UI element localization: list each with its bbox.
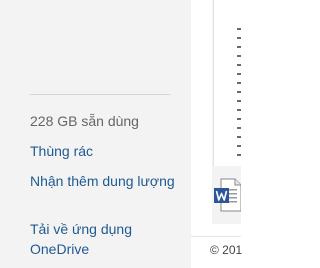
thumbnail-text-line [237, 145, 241, 147]
thumbnail-text-line [237, 82, 241, 84]
word-document-icon [214, 177, 242, 213]
thumbnail-text-line [237, 118, 241, 120]
thumbnail-text-line [237, 73, 241, 75]
thumbnail-text-line [237, 136, 241, 138]
thumbnail-text-line [237, 154, 241, 156]
thumbnail-text-line [237, 100, 241, 102]
thumbnail-text-line [237, 55, 241, 57]
recycle-bin-link[interactable]: Thùng rác [30, 141, 93, 161]
thumbnail-text-line [237, 37, 241, 39]
thumbnail-text-line [237, 127, 241, 129]
get-onedrive-apps-link[interactable]: Tải về ứng dụng OneDrive [30, 219, 180, 259]
storage-available-text: 228 GB sẵn dùng [30, 113, 139, 129]
thumbnail-text-line [237, 46, 241, 48]
thumbnail-text-line [237, 28, 241, 30]
thumbnail-text-line [237, 91, 241, 93]
thumbnail-text-line [237, 109, 241, 111]
thumbnail-text-line [237, 64, 241, 66]
sidebar-divider [30, 94, 170, 95]
get-more-storage-link[interactable]: Nhận thêm dung lượng [30, 171, 180, 191]
sidebar: 228 GB sẵn dùng Thùng rác Nhận thêm dung… [0, 0, 191, 268]
footer-divider [191, 236, 241, 237]
copyright-text: © 201 [210, 243, 243, 257]
